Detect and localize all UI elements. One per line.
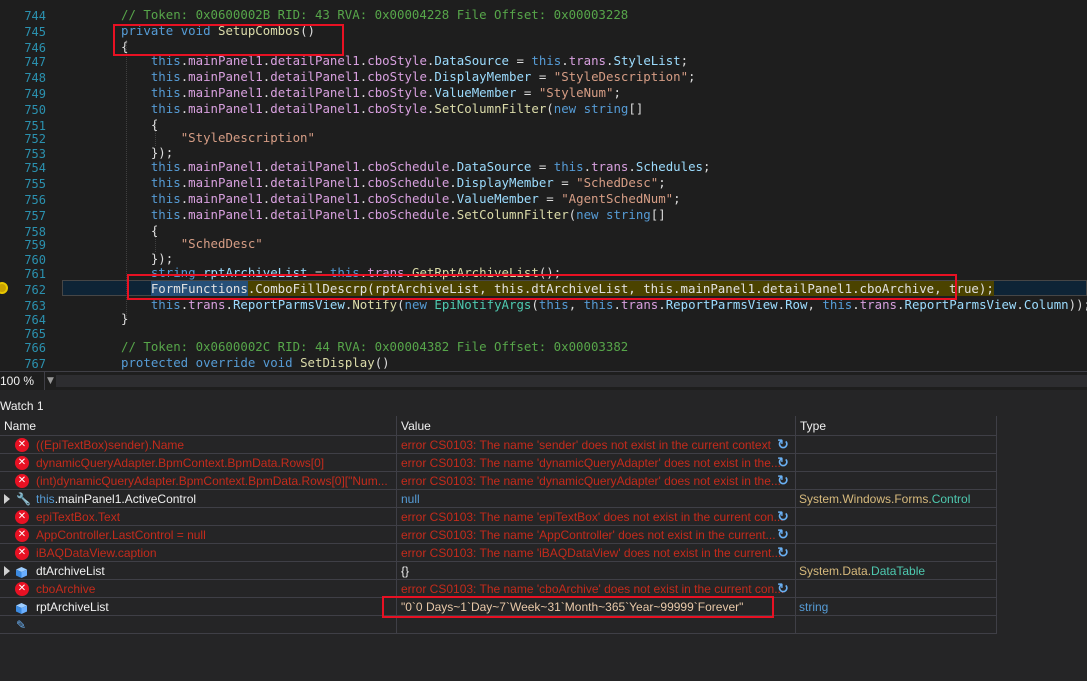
line-number: 755 <box>24 177 46 191</box>
line-number: 745 <box>24 25 46 39</box>
watch-row[interactable]: ✕ epiTextBox.Text error CS0103: The name '… <box>0 508 997 526</box>
code-line-756[interactable]: this.mainPanel1.detailPanel1.cboSchedule… <box>121 191 681 207</box>
line-number: 744 <box>24 9 46 23</box>
zoom-dropdown-icon[interactable]: ▼ <box>44 372 56 390</box>
code-editor[interactable]: 744 745 746 747 748 749 750 751 752 753 754 755 756 7… <box>0 0 1087 371</box>
horizontal-scrollbar[interactable] <box>56 375 1087 387</box>
watch-window-title: Watch 1 <box>0 399 44 413</box>
empty-cell[interactable] <box>397 616 796 634</box>
column-header-name[interactable]: Name <box>0 416 397 436</box>
refresh-icon[interactable]: ↻ <box>775 527 791 543</box>
annotation-box-combofill-line <box>127 274 957 300</box>
refresh-icon[interactable]: ↻ <box>775 437 791 453</box>
watch-value[interactable]: error CS0103: The name 'sender' does not… <box>397 436 796 454</box>
watch-name[interactable]: this.mainPanel1.ActiveControl <box>0 490 397 508</box>
code-line-744[interactable]: // Token: 0x0600002B RID: 43 RVA: 0x0000… <box>121 7 628 23</box>
code-line-748[interactable]: this.mainPanel1.detailPanel1.cboStyle.Di… <box>121 69 696 85</box>
annotation-box-rptarchivelist-value <box>382 596 774 618</box>
column-header-value[interactable]: Value <box>397 416 796 436</box>
watch-type <box>796 472 997 490</box>
empty-cell[interactable] <box>796 616 997 634</box>
watch-value[interactable]: error CS0103: The name 'dynamicQueryAdap… <box>397 472 796 490</box>
refresh-icon[interactable]: ↻ <box>775 509 791 525</box>
refresh-icon[interactable]: ↻ <box>775 455 791 471</box>
type-name: DataTable <box>871 564 926 578</box>
watch-type <box>796 544 997 562</box>
line-number: 752 <box>24 132 46 146</box>
watch-value[interactable]: error CS0103: The name 'iBAQDataView' do… <box>397 544 796 562</box>
watch-name[interactable]: iBAQDataView.caption <box>0 544 397 562</box>
annotation-box-setupcombos <box>113 24 344 56</box>
line-number: 750 <box>24 103 46 117</box>
watch-name[interactable]: dtArchiveList <box>0 562 397 580</box>
code-line-766[interactable]: // Token: 0x0600002C RID: 44 RVA: 0x0000… <box>121 339 628 355</box>
code-line-757[interactable]: this.mainPanel1.detailPanel1.cboSchedule… <box>121 207 666 223</box>
line-number: 757 <box>24 209 46 223</box>
code-comment: // Token: 0x0600002B RID: 43 RVA: 0x0000… <box>121 7 629 22</box>
empty-cell[interactable] <box>0 616 397 634</box>
line-number: 754 <box>24 161 46 175</box>
watch-type <box>796 526 997 544</box>
code-line-767[interactable]: protected override void SetDisplay() <box>121 355 390 371</box>
watch-row[interactable]: ✕ (int)dynamicQueryAdapter.BpmContext.Bpm… <box>0 472 997 490</box>
watch-type <box>796 454 997 472</box>
watch-window: Watch 1 Name Value Type ✕ ((EpiTextBox)se… <box>0 390 1087 681</box>
code-line-764[interactable]: } <box>121 311 128 327</box>
refresh-icon[interactable]: ↻ <box>775 581 791 597</box>
watch-name[interactable]: epiTextBox.Text <box>0 508 397 526</box>
column-header-type[interactable]: Type <box>796 416 997 436</box>
type-namespace: System.Windows.Forms. <box>799 492 932 506</box>
type-name: Control <box>931 492 971 506</box>
watch-type: System.Data.DataTable <box>796 562 997 580</box>
member-path: .mainPanel1.ActiveControl <box>54 492 197 506</box>
watch-value[interactable]: null <box>397 490 796 508</box>
refresh-icon[interactable]: ↻ <box>775 545 791 561</box>
line-number: 766 <box>24 341 46 355</box>
watch-name[interactable]: (int)dynamicQueryAdapter.BpmContext.BpmD… <box>0 472 397 490</box>
watch-row[interactable]: 🔧 this.mainPanel1.ActiveControl null System… <box>0 490 997 508</box>
watch-type <box>796 436 997 454</box>
code-comment: // Token: 0x0600002C RID: 44 RVA: 0x0000… <box>121 339 629 354</box>
watch-type: System.Windows.Forms.Control <box>796 490 997 508</box>
watch-row[interactable]: ✕ iBAQDataView.caption error CS0103: The n… <box>0 544 997 562</box>
editor-status-bar: 100 % ▼ <box>0 371 1087 390</box>
code-line-755[interactable]: this.mainPanel1.detailPanel1.cboSchedule… <box>121 175 666 191</box>
watch-add-row[interactable]: ✎ <box>0 616 997 634</box>
line-number: 761 <box>24 267 46 281</box>
zoom-level[interactable]: 100 % <box>0 374 34 388</box>
watch-row[interactable]: ✕ ((EpiTextBox)sender).Name error CS0103: … <box>0 436 997 454</box>
keyword-this: this <box>36 492 55 506</box>
watch-name[interactable]: AppController.LastControl = null <box>0 526 397 544</box>
watch-name[interactable]: rptArchiveList <box>0 598 397 616</box>
line-number: 747 <box>24 55 46 69</box>
type-namespace: System.Data. <box>799 564 872 578</box>
code-line-752[interactable]: "StyleDescription" <box>121 130 315 146</box>
line-number: 759 <box>24 238 46 252</box>
line-number: 767 <box>24 357 46 371</box>
watch-type: string <box>796 598 997 616</box>
watch-name[interactable]: cboArchive <box>0 580 397 598</box>
watch-value[interactable]: {} <box>397 562 796 580</box>
watch-row[interactable]: ✕ dynamicQueryAdapter.BpmContext.BpmData.… <box>0 454 997 472</box>
watch-row[interactable]: dtArchiveList{} System.Data.DataTable <box>0 562 997 580</box>
refresh-icon[interactable]: ↻ <box>775 473 791 489</box>
watch-value[interactable]: error CS0103: The name 'dynamicQueryAdap… <box>397 454 796 472</box>
code-line-750[interactable]: this.mainPanel1.detailPanel1.cboStyle.Se… <box>121 101 643 117</box>
line-number: 756 <box>24 193 46 207</box>
watch-type <box>796 508 997 526</box>
code-line-749[interactable]: this.mainPanel1.detailPanel1.cboStyle.Va… <box>121 85 621 101</box>
watch-value[interactable]: error CS0103: The name 'epiTextBox' does… <box>397 508 796 526</box>
code-line-754[interactable]: this.mainPanel1.detailPanel1.cboSchedule… <box>121 159 711 175</box>
line-number: 748 <box>24 71 46 85</box>
line-number: 749 <box>24 87 46 101</box>
watch-name[interactable]: ((EpiTextBox)sender).Name <box>0 436 397 454</box>
watch-name[interactable]: dynamicQueryAdapter.BpmContext.BpmData.R… <box>0 454 397 472</box>
watch-row[interactable]: ✕ AppController.LastControl = null error C… <box>0 526 997 544</box>
watch-value[interactable]: error CS0103: The name 'AppController' d… <box>397 526 796 544</box>
line-number: 762 <box>24 283 46 297</box>
watch-type <box>796 580 997 598</box>
code-line-759[interactable]: "SchedDesc" <box>121 236 263 252</box>
